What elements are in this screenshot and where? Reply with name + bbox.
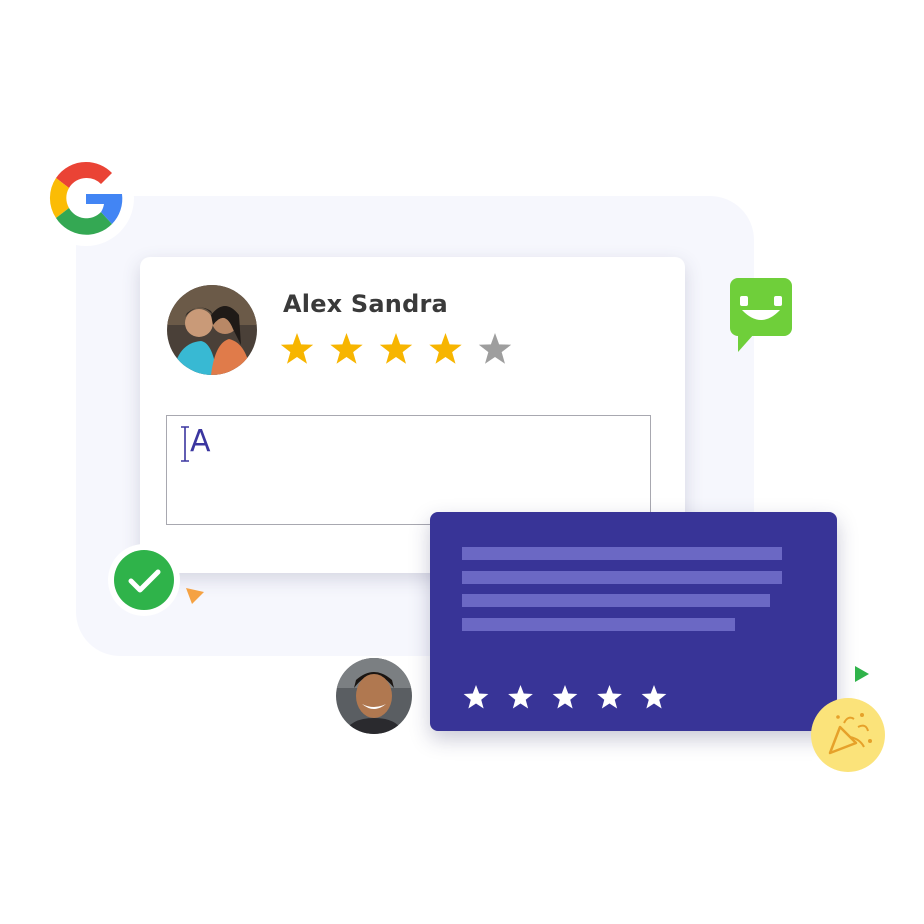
star-icon[interactable]	[429, 333, 462, 364]
text-placeholder-line	[462, 594, 770, 607]
reviewer-avatar	[167, 285, 257, 375]
star-icon	[552, 685, 578, 709]
star-icon	[463, 685, 489, 709]
submitted-rating-stars	[463, 685, 667, 709]
star-icon	[597, 685, 622, 709]
review-text-input[interactable]	[166, 415, 651, 525]
party-popper-icon	[810, 697, 886, 773]
star-icon[interactable]	[379, 333, 413, 364]
reviewer-name: Alex Sandra	[283, 290, 448, 318]
star-icon[interactable]	[280, 333, 314, 364]
decorative-triangle	[855, 666, 869, 682]
text-placeholder-line	[462, 618, 735, 631]
text-placeholder-line	[462, 571, 782, 584]
star-icon[interactable]	[330, 333, 363, 364]
google-logo-icon	[36, 148, 136, 248]
chat-bubble-icon	[728, 276, 794, 356]
star-icon	[508, 685, 533, 709]
star-icon[interactable]	[478, 333, 512, 364]
star-icon	[641, 685, 667, 709]
decorative-triangle	[186, 588, 204, 604]
check-icon	[114, 550, 174, 610]
rating-stars[interactable]	[280, 330, 520, 370]
second-reviewer-avatar	[336, 658, 412, 734]
check-badge	[107, 543, 181, 617]
typed-text: A	[190, 424, 211, 459]
text-placeholder-line	[462, 547, 782, 560]
